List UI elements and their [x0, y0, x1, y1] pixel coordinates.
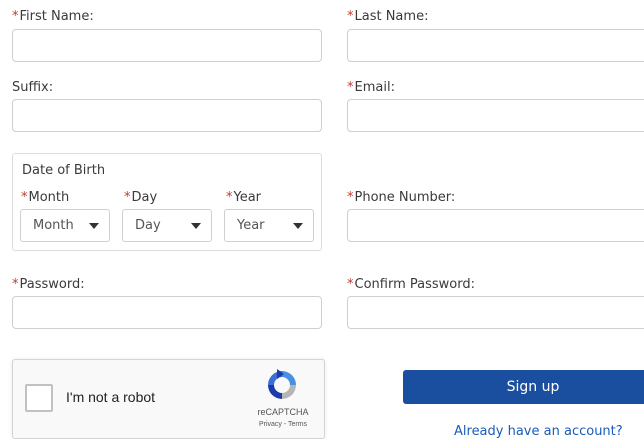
required-mark: *: [347, 277, 354, 292]
dob-heading: Date of Birth: [22, 163, 106, 178]
phone-label: *Phone Number:: [347, 190, 456, 205]
confirm-password-label: *Confirm Password:: [347, 277, 475, 292]
required-mark: *: [124, 190, 131, 205]
recaptcha-privacy-terms[interactable]: Privacy - Terms: [243, 421, 323, 428]
first-name-input[interactable]: [12, 29, 322, 62]
login-link[interactable]: Already have an account?: [454, 424, 623, 439]
sign-up-button[interactable]: Sign up: [403, 370, 644, 404]
password-input[interactable]: [12, 296, 322, 329]
day-select[interactable]: Day: [122, 209, 212, 242]
required-mark: *: [12, 277, 19, 292]
year-select-value: Year: [237, 218, 265, 233]
chevron-down-icon: [89, 223, 99, 229]
password-label: *Password:: [12, 277, 85, 292]
required-mark: *: [21, 190, 28, 205]
recaptcha-widget: I'm not a robot reCAPTCHA Privacy - Term…: [12, 359, 325, 439]
last-name-input[interactable]: [347, 29, 644, 62]
email-label: *Email:: [347, 80, 395, 95]
recaptcha-logo-icon: [268, 369, 296, 399]
month-label: *Month: [21, 190, 70, 205]
month-select-value: Month: [33, 218, 74, 233]
suffix-input[interactable]: [12, 99, 322, 132]
email-input[interactable]: [347, 99, 644, 132]
month-select[interactable]: Month: [20, 209, 110, 242]
first-name-label: *First Name:: [12, 9, 94, 24]
year-label: *Year: [226, 190, 262, 205]
chevron-down-icon: [191, 223, 201, 229]
year-select[interactable]: Year: [224, 209, 314, 242]
recaptcha-checkbox[interactable]: [25, 384, 53, 412]
last-name-label: *Last Name:: [347, 9, 429, 24]
day-select-value: Day: [135, 218, 161, 233]
recaptcha-brand: reCAPTCHA: [257, 407, 309, 417]
confirm-password-input[interactable]: [347, 296, 644, 329]
required-mark: *: [347, 80, 354, 95]
recaptcha-label: I'm not a robot: [66, 389, 156, 405]
required-mark: *: [12, 9, 19, 24]
day-label: *Day: [124, 190, 158, 205]
chevron-down-icon: [293, 223, 303, 229]
phone-input[interactable]: [347, 209, 644, 242]
required-mark: *: [347, 9, 354, 24]
required-mark: *: [347, 190, 354, 205]
required-mark: *: [226, 190, 233, 205]
suffix-label: Suffix:: [12, 80, 54, 95]
